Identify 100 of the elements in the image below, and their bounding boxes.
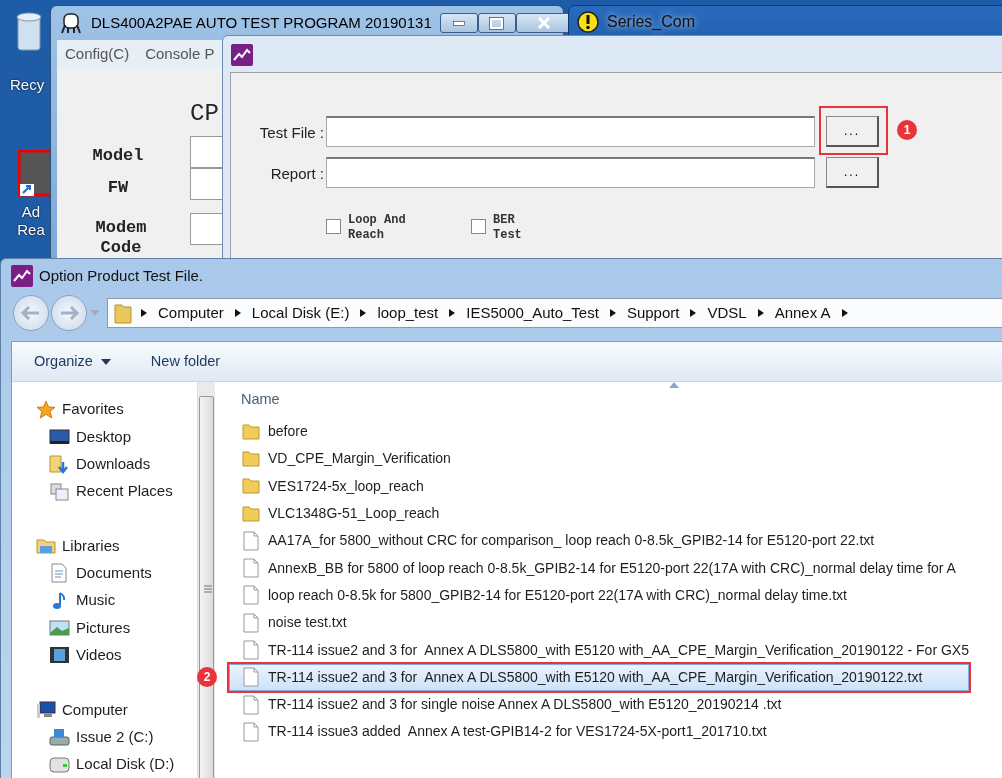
chevron-right-icon[interactable]: [840, 308, 849, 318]
document-icon: [49, 563, 70, 584]
download-folder-icon: [49, 454, 70, 475]
checkbox[interactable]: [326, 219, 341, 234]
browse-button[interactable]: ...: [826, 157, 879, 188]
file-row[interactable]: TR-114 issue2 and 3 for single noise Annex A DLS5800_with E5120_20190214 .txt: [229, 690, 969, 719]
nav-item[interactable]: Documents: [12, 559, 152, 588]
scroll-thumb[interactable]: [199, 396, 214, 778]
breadcrumb-item[interactable]: Local Disk (E:): [249, 301, 352, 325]
file-row[interactable]: TR-114 issue3 added Annex A test-GPIB14-2 for VES1724-5X-port1_201710.txt: [229, 718, 969, 746]
chevron-right-icon[interactable]: [608, 308, 617, 318]
column-header[interactable]: Name: [241, 389, 280, 411]
breadcrumb-item[interactable]: Support: [624, 301, 682, 325]
scrollbar[interactable]: [197, 382, 215, 778]
nav-item[interactable]: Videos: [12, 641, 122, 669]
text-file-icon: [242, 612, 260, 633]
file-name: AA17A_for 5800_without CRC for comparison_ loop reach 0-8.5k_GPIB2-14 for E5120-port 22.txt: [268, 531, 875, 551]
menu-item[interactable]: Console P: [145, 42, 215, 66]
nav-item[interactable]: Local Disk (D:): [12, 750, 175, 778]
text-file-icon: [242, 585, 260, 606]
computer-icon: [36, 699, 56, 720]
nav-item[interactable]: Recent Places: [12, 477, 173, 506]
file-row[interactable]: TR-114 issue2 and 3 for Annex A DLS5800_with E5120 with_AA_CPE_Margin_Verification_20190122 - For GX5: [229, 636, 970, 664]
window-title: Series_Com: [607, 12, 696, 32]
close-icon: [535, 16, 552, 30]
file-row[interactable]: VES1724-5x_loop_reach: [229, 472, 969, 500]
checkbox-label: Loop And Reach: [348, 213, 406, 243]
sort-arrow-icon: [669, 382, 679, 388]
file-row[interactable]: VD_CPE_Margin_Verification: [229, 445, 969, 473]
desktop-icon-label: Recy: [10, 76, 46, 94]
monitor-icon: [49, 426, 70, 447]
breadcrumb-item[interactable]: VDSL: [705, 301, 749, 325]
nav-group[interactable]: Favorites: [12, 396, 124, 424]
maximize-button[interactable]: [477, 13, 516, 33]
landscape-icon: [49, 618, 70, 638]
checkbox-label: BER Test: [493, 213, 522, 243]
chevron-right-icon[interactable]: [233, 308, 242, 318]
breadcrumb-item[interactable]: IES5000_Auto_Test: [464, 301, 601, 325]
text-file-icon: [242, 640, 260, 660]
file-row[interactable]: loop reach 0-8.5k for 5800_GPIB2-14 for E5120-port 22(17A with CRC)_normal delay time.txt: [229, 581, 969, 610]
field-label: Modem Code: [94, 218, 148, 258]
desktop-icon-label: Ad Rea: [16, 203, 46, 239]
input-field[interactable]: [326, 157, 815, 188]
menu-item[interactable]: Config(C): [65, 42, 130, 66]
file-name: AnnexB_BB for 5800 of loop reach 0-8.5k_GPIB2-14 for E5120-port 22(17A with CRC)_normal delay time for A: [268, 558, 956, 578]
robot-icon: [59, 11, 83, 35]
chevron-right-icon[interactable]: [756, 308, 765, 318]
chevron-right-icon[interactable]: [359, 308, 368, 318]
file-name: VES1724-5x_loop_reach: [268, 476, 424, 496]
nav-item[interactable]: Issue 2 (C:): [12, 723, 154, 751]
field-label: Test File :: [258, 123, 324, 143]
address-bar[interactable]: Computer Local Disk (E:) loop_test IES5000_Auto_Test Support VDSL Annex A: [107, 298, 1002, 328]
folder-icon: [242, 448, 260, 469]
breadcrumb-item[interactable]: loop_test: [375, 301, 441, 325]
toolbar-button[interactable]: Organize: [34, 350, 111, 373]
file-row[interactable]: before: [229, 418, 969, 446]
nav-group[interactable]: Libraries: [12, 532, 120, 560]
library-icon: [36, 536, 56, 557]
file-name: TR-114 issue2 and 3 for Annex A DLS5800_with E5120 with_AA_CPE_Margin_Verification_20190122.txt: [268, 667, 923, 687]
nav-item[interactable]: Pictures: [12, 614, 131, 642]
file-name: noise test.txt: [268, 613, 347, 633]
chevron-right-icon[interactable]: [689, 308, 698, 318]
browse-button[interactable]: ...: [826, 116, 879, 147]
window-title: Option Product Test File.: [39, 265, 203, 286]
text-file-icon: [242, 694, 260, 715]
file-row[interactable]: TR-114 issue2 and 3 for Annex A DLS5800_with E5120 with_AA_CPE_Margin_Verification_20190122.txt: [229, 663, 969, 691]
chart-icon: [231, 44, 253, 66]
nav-group[interactable]: Computer: [12, 696, 128, 724]
toolbar-button[interactable]: New folder: [150, 350, 221, 373]
file-name: loop reach 0-8.5k for 5800_GPIB2-14 for E5120-port 22(17A with CRC)_normal delay time.txt: [268, 585, 847, 605]
nav-item[interactable]: Music: [12, 587, 116, 615]
file-row[interactable]: VLC1348G-51_Loop_reach: [229, 499, 969, 528]
text-file-icon: [242, 667, 260, 688]
file-row[interactable]: AA17A_for 5800_without CRC for comparison_ loop reach 0-8.5k_GPIB2-14 for E5120-port 22.txt: [229, 527, 969, 555]
file-name: TR-114 issue2 and 3 for single noise Annex A DLS5800_with E5120_20190214 .txt: [268, 695, 782, 715]
nav-item[interactable]: Desktop: [12, 423, 132, 451]
step-badge: 1: [897, 120, 917, 140]
chevron-right-icon[interactable]: [140, 308, 148, 318]
maximize-icon: [489, 16, 505, 30]
text-file-icon: [242, 721, 260, 742]
minimize-button[interactable]: [439, 13, 478, 33]
breadcrumb-item[interactable]: Annex A: [772, 301, 833, 325]
folder-icon: [242, 476, 260, 497]
file-row[interactable]: AnnexB_BB for 5800 of loop reach 0-8.5k_GPIB2-14 for E5120-port 22(17A with CRC)_normal delay time for A: [229, 554, 969, 582]
file-name: VD_CPE_Margin_Verification: [268, 449, 451, 469]
text-file-icon: [242, 558, 260, 579]
warning-icon: [577, 11, 599, 33]
file-row[interactable]: noise test.txt: [229, 609, 969, 637]
file-name: TR-114 issue3 added Annex A test-GPIB14-2 for VES1724-5X-port1_201710.txt: [268, 722, 767, 742]
chevron-right-icon[interactable]: [448, 308, 457, 318]
chart-icon: [11, 265, 33, 287]
window-title: DLS400A2PAE AUTO TEST PROGRAM 20190131: [91, 12, 432, 33]
breadcrumb-item[interactable]: Computer: [156, 301, 226, 325]
star-icon: [36, 399, 56, 420]
minimize-icon: [452, 20, 465, 26]
input-field[interactable]: [326, 116, 815, 147]
film-icon: [49, 645, 70, 666]
nav-item[interactable]: Downloads: [12, 450, 151, 478]
text-file-icon: [242, 530, 260, 551]
checkbox[interactable]: [471, 219, 486, 234]
